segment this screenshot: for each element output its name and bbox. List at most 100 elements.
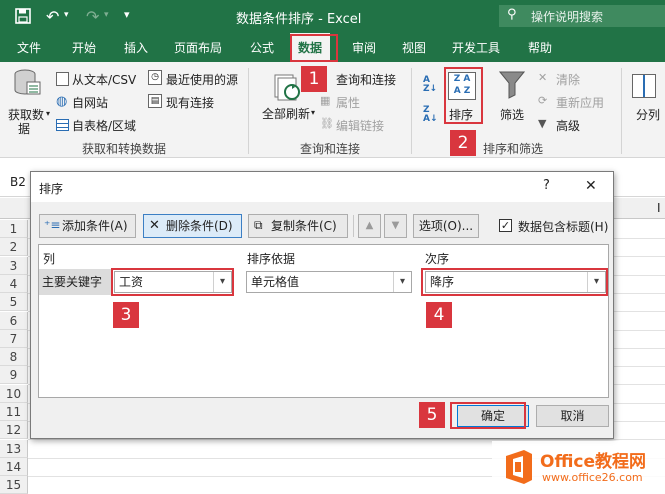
tab-review[interactable]: 审阅: [352, 39, 376, 56]
get-data-dropdown-icon[interactable]: ▾: [46, 109, 50, 118]
tab-help[interactable]: 帮助: [528, 39, 552, 56]
edit-links-button[interactable]: 编辑链接: [336, 117, 384, 134]
recent-sources-button[interactable]: 最近使用的源: [166, 71, 238, 88]
row-header[interactable]: 13: [0, 439, 28, 458]
row-header[interactable]: 2: [0, 238, 28, 257]
tab-view[interactable]: 视图: [402, 39, 426, 56]
text-to-columns-icon[interactable]: [632, 74, 656, 98]
row-header[interactable]: 8: [0, 348, 28, 367]
ok-button[interactable]: 确定: [457, 405, 529, 427]
toolbar-separator: [353, 215, 354, 237]
add-level-button[interactable]: ⁺≡ 添加条件(A): [39, 214, 136, 238]
row-header[interactable]: 7: [0, 329, 28, 348]
move-down-button[interactable]: ▼: [384, 214, 407, 238]
help-button[interactable]: ?: [543, 178, 550, 193]
group-label-get-transform: 获取和转换数据: [82, 142, 167, 156]
from-web-button[interactable]: 自网站: [72, 94, 108, 111]
row-header[interactable]: 3: [0, 256, 28, 275]
text-to-columns-button[interactable]: 分列: [636, 106, 660, 123]
ribbon-separator: [248, 68, 249, 154]
cancel-button[interactable]: 取消: [536, 405, 609, 427]
reapply-icon: ⟳: [538, 94, 548, 107]
tab-formulas[interactable]: 公式: [250, 39, 274, 56]
save-icon[interactable]: [15, 8, 31, 27]
row-header[interactable]: 15: [0, 476, 28, 494]
ribbon-separator: [411, 68, 412, 154]
column-header-fragment[interactable]: I: [657, 201, 661, 215]
row-header[interactable]: 10: [0, 384, 28, 403]
row-header[interactable]: 1: [0, 220, 28, 238]
row-header[interactable]: 6: [0, 311, 28, 330]
redo-icon[interactable]: ↷: [86, 7, 99, 26]
watermark: Office教程网 www.office26.com: [492, 441, 665, 494]
sort-button[interactable]: 排序: [449, 106, 473, 123]
from-text-csv-button[interactable]: 从文本/CSV: [72, 71, 136, 88]
row-header[interactable]: 12: [0, 421, 28, 440]
tab-developer[interactable]: 开发工具: [452, 39, 500, 56]
advanced-button[interactable]: 高级: [556, 117, 580, 134]
close-button[interactable]: ✕: [585, 178, 597, 194]
recent-sources-icon: ◷: [148, 70, 162, 85]
sort-level-row-selector[interactable]: 主要关键字: [39, 269, 111, 295]
sort-on-select[interactable]: 单元格值 ▾: [246, 271, 412, 293]
clear-button[interactable]: 清除: [556, 71, 580, 88]
copy-level-button[interactable]: ⧉ 复制条件(C): [248, 214, 348, 238]
redo-dropdown-icon[interactable]: ▾: [104, 10, 109, 20]
row-header[interactable]: 5: [0, 293, 28, 312]
callout-badge-5: 5: [419, 402, 445, 428]
column-header-column: 列: [43, 252, 56, 266]
properties-button[interactable]: 属性: [336, 94, 360, 111]
advanced-filter-icon: ▼: [538, 117, 547, 130]
delete-level-icon: ✕: [149, 218, 160, 233]
database-icon[interactable]: [12, 68, 42, 101]
filter-icon[interactable]: [498, 70, 526, 103]
name-box[interactable]: B2: [10, 175, 26, 189]
options-button[interactable]: 选项(O)...: [413, 214, 479, 238]
table-icon: [56, 119, 69, 131]
tab-page-layout[interactable]: 页面布局: [174, 39, 222, 56]
queries-connections-button[interactable]: 查询和连接: [336, 71, 396, 88]
watermark-url: www.office26.com: [542, 471, 643, 484]
delete-level-button[interactable]: ✕ 删除条件(D): [143, 214, 242, 238]
existing-connections-button[interactable]: 现有连接: [166, 94, 214, 111]
tab-home[interactable]: 开始: [72, 39, 96, 56]
tab-file[interactable]: 文件: [17, 39, 41, 56]
callout-badge-3: 3: [113, 302, 139, 328]
group-label-queries: 查询和连接: [300, 142, 361, 156]
clear-icon: ✕: [538, 71, 548, 84]
refresh-icon[interactable]: [272, 72, 302, 105]
sort-icon[interactable]: Z AA Z: [448, 72, 476, 100]
customize-toolbar-icon[interactable]: ▾: [124, 8, 130, 21]
sort-on-value: 单元格值: [251, 275, 300, 289]
row-header[interactable]: 9: [0, 366, 28, 385]
sort-descending-icon[interactable]: Z A↓: [423, 106, 438, 124]
tab-insert[interactable]: 插入: [124, 39, 148, 56]
reapply-button[interactable]: 重新应用: [556, 94, 604, 111]
tab-data[interactable]: 数据: [290, 33, 331, 62]
move-down-icon: ▼: [391, 220, 400, 231]
order-select[interactable]: 降序 ▾: [425, 271, 606, 293]
watermark-brand: Office教程网: [540, 452, 647, 472]
has-headers-checkbox[interactable]: ✓: [499, 219, 512, 232]
refresh-dropdown-icon[interactable]: ▾: [311, 108, 315, 117]
get-data-button-line2[interactable]: 据: [18, 120, 30, 137]
filter-button[interactable]: 筛选: [500, 106, 524, 123]
from-table-button[interactable]: 自表格/区域: [72, 117, 136, 134]
callout-badge-2: 2: [450, 130, 476, 156]
group-label-sort-filter: 排序和筛选: [483, 142, 544, 156]
row-header[interactable]: 11: [0, 403, 28, 421]
tell-me-search[interactable]: ⚲ 操作说明搜索: [499, 5, 665, 27]
column-header-order: 次序: [425, 252, 450, 266]
edit-links-icon: ⛓: [320, 117, 334, 130]
undo-icon[interactable]: ↶: [46, 7, 59, 26]
ribbon-tabs: 文件 开始 插入 页面布局 公式 数据 审阅 视图 开发工具 帮助: [0, 33, 665, 62]
refresh-all-button[interactable]: 全部刷新: [262, 105, 310, 122]
undo-dropdown-icon[interactable]: ▾: [64, 10, 69, 20]
sort-ascending-icon[interactable]: A Z↓: [423, 76, 437, 94]
row-header[interactable]: 14: [0, 457, 28, 476]
sort-column-select[interactable]: 工资 ▾: [114, 271, 232, 293]
row-header[interactable]: 4: [0, 274, 28, 293]
callout-badge-1: 1: [301, 66, 327, 92]
move-up-button[interactable]: ▲: [358, 214, 381, 238]
delete-level-label: 删除条件(D): [166, 219, 233, 233]
